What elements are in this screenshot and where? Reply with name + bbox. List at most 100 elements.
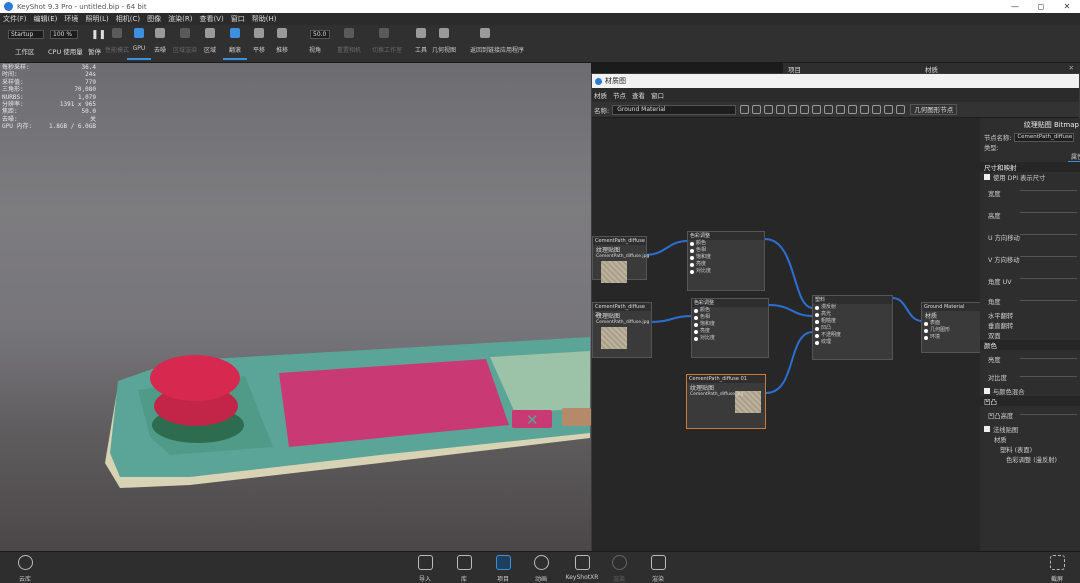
material-name-field[interactable]: Ground Material bbox=[612, 104, 737, 115]
angle-slider[interactable] bbox=[1020, 300, 1077, 301]
frame-icon[interactable] bbox=[872, 105, 882, 114]
flip-horizontal-row[interactable]: 水平翻转 bbox=[980, 310, 1080, 320]
render-button-disabled[interactable]: 渲染 bbox=[604, 555, 634, 583]
tree-item-plastic[interactable]: 塑料 (表面) bbox=[980, 444, 1080, 454]
u-shift-row[interactable]: U 方向移动 bbox=[980, 226, 1080, 248]
geometry-node-button[interactable]: 几何图形节点 bbox=[910, 104, 958, 115]
minimize-button[interactable]: — bbox=[1002, 0, 1028, 13]
two-sided-row[interactable]: 双面 bbox=[980, 330, 1080, 340]
section-color[interactable]: 颜色 bbox=[980, 340, 1080, 350]
return-to-linked-app-button[interactable]: 返回到链接应用程序 bbox=[470, 28, 524, 60]
normal-map-checkbox[interactable] bbox=[984, 426, 990, 432]
menu-window[interactable]: 窗口 bbox=[231, 14, 245, 24]
color-adjust-node-1[interactable]: 色彩调整 颜色 色相 饱和度 亮度 对比度 bbox=[687, 231, 765, 291]
mg-menu-window[interactable]: 窗口 bbox=[651, 90, 664, 100]
tree-item-material[interactable]: 材质 bbox=[980, 434, 1080, 444]
menu-help[interactable]: 帮助(H) bbox=[252, 14, 277, 24]
save-icon[interactable] bbox=[740, 105, 750, 114]
texture-node-1[interactable]: CementPath_diffuse 纹理贴图 CementPath_diffu… bbox=[592, 236, 649, 283]
menu-file[interactable]: 文件(F) bbox=[3, 14, 27, 24]
tree-item-color-adjust[interactable]: 色彩调整 (漫反射) bbox=[980, 454, 1080, 464]
dpi-checkbox[interactable] bbox=[984, 174, 990, 180]
uv-angle-slider[interactable] bbox=[1020, 278, 1077, 279]
menu-environment[interactable]: 环境 bbox=[64, 14, 78, 24]
width-row[interactable]: 宽度 bbox=[980, 182, 1080, 204]
bump-height-slider[interactable] bbox=[1020, 414, 1077, 415]
menu-render[interactable]: 渲染(R) bbox=[168, 14, 192, 24]
height-row[interactable]: 高度 bbox=[980, 204, 1080, 226]
align-icon[interactable] bbox=[848, 105, 858, 114]
color-blend-row[interactable]: 与颜色混合 bbox=[980, 386, 1080, 396]
cpu-usage-field[interactable]: 100 % bbox=[50, 30, 78, 39]
geometry-view-button[interactable]: 几何视图 bbox=[432, 28, 456, 60]
layout-icon[interactable] bbox=[800, 105, 810, 114]
texture-icon[interactable] bbox=[788, 105, 798, 114]
keyshotxr-button[interactable]: KeyShotXR bbox=[565, 555, 599, 581]
brightness-slider[interactable] bbox=[1020, 358, 1077, 359]
import-button[interactable]: 导入 bbox=[410, 555, 440, 583]
texture-node-2[interactable]: CementPath_diffuse 2b 纹理贴图 CementPath_di… bbox=[592, 302, 652, 358]
dpi-checkbox-row[interactable]: 使用 DPI 表示尺寸 bbox=[980, 172, 1080, 182]
copy-icon[interactable] bbox=[824, 105, 834, 114]
tumble-button[interactable]: 翻滚 bbox=[223, 28, 247, 60]
panel-close-button[interactable]: ✕ bbox=[1069, 64, 1074, 72]
animation-button[interactable]: 动画 bbox=[526, 555, 556, 583]
close-button[interactable]: ✕ bbox=[1054, 0, 1080, 13]
menu-edit[interactable]: 编辑(E) bbox=[34, 14, 58, 24]
sphere-icon[interactable] bbox=[752, 105, 762, 114]
contrast-row[interactable]: 对比度 bbox=[980, 368, 1080, 386]
region-render-button[interactable]: 区域渲染 bbox=[173, 28, 197, 60]
material-output-node[interactable]: Ground Material 材质 表面 几何图形 环境 bbox=[921, 302, 980, 353]
node-name-field[interactable]: CementPath_diffuse bbox=[1014, 132, 1075, 142]
mg-menu-view[interactable]: 查看 bbox=[632, 90, 645, 100]
plastic-node[interactable]: 塑料 漫反射 高光 粗糙度 凹凸 不透明度 纹理 bbox=[812, 295, 893, 360]
arrange-icon[interactable] bbox=[860, 105, 870, 114]
color-picker-icon[interactable] bbox=[776, 105, 786, 114]
menu-view[interactable]: 查看(V) bbox=[199, 14, 223, 24]
pause-icon[interactable]: ❚❚ bbox=[91, 30, 106, 40]
library-button[interactable]: 库 bbox=[449, 555, 479, 583]
performance-mode-button[interactable]: 性能模式 bbox=[105, 28, 129, 60]
menu-lighting[interactable]: 照明(L) bbox=[85, 14, 108, 24]
menu-image[interactable]: 图像 bbox=[147, 14, 161, 24]
tab-properties[interactable]: 属性 bbox=[1068, 152, 1080, 162]
v-shift-row[interactable]: V 方向移动 bbox=[980, 248, 1080, 270]
contrast-slider[interactable] bbox=[1020, 376, 1077, 377]
paste-icon[interactable] bbox=[836, 105, 846, 114]
reset-camera-button[interactable]: 重置相机 bbox=[337, 28, 361, 60]
texture-node-3-selected[interactable]: CementPath_diffuse 01 纹理贴图 CementPath_di… bbox=[686, 374, 766, 429]
grid-icon[interactable] bbox=[812, 105, 822, 114]
node-graph-canvas[interactable]: CementPath_diffuse 纹理贴图 CementPath_diffu… bbox=[592, 118, 980, 552]
normal-map-row[interactable]: 法线贴图 bbox=[980, 424, 1080, 434]
color-adjust-node-2[interactable]: 色彩调整 颜色 色相 饱和度 亮度 对比度 bbox=[691, 298, 769, 358]
workspace-select[interactable]: Startup bbox=[8, 30, 44, 39]
zoom-fit-icon[interactable] bbox=[884, 105, 894, 114]
u-shift-slider[interactable] bbox=[1020, 234, 1077, 235]
height-slider[interactable] bbox=[1020, 212, 1077, 213]
perspective-button[interactable]: 视角 bbox=[303, 28, 327, 60]
region-button[interactable]: 区域 bbox=[198, 28, 222, 60]
flip-vertical-row[interactable]: 垂直翻转 bbox=[980, 320, 1080, 330]
screenshot-button[interactable]: 截屏 bbox=[1042, 555, 1072, 583]
pan-button[interactable]: 平移 bbox=[247, 28, 271, 60]
section-size-mapping[interactable]: 尺寸和映射 bbox=[980, 162, 1080, 172]
dolly-button[interactable]: 推移 bbox=[270, 28, 294, 60]
v-shift-slider[interactable] bbox=[1020, 256, 1077, 257]
menu-camera[interactable]: 相机(C) bbox=[116, 14, 140, 24]
denoise-button[interactable]: 去噪 bbox=[148, 28, 172, 60]
node-icon[interactable] bbox=[764, 105, 774, 114]
uv-angle-row[interactable]: 角度 UV bbox=[980, 270, 1080, 292]
tools-button[interactable]: 工具 bbox=[409, 28, 433, 60]
angle-row[interactable]: 角度 bbox=[980, 292, 1080, 310]
width-slider[interactable] bbox=[1020, 190, 1077, 191]
mg-menu-node[interactable]: 节点 bbox=[613, 90, 626, 100]
mg-menu-material[interactable]: 材质 bbox=[594, 90, 607, 100]
color-blend-checkbox[interactable] bbox=[984, 388, 990, 394]
move-icon[interactable] bbox=[896, 105, 906, 114]
brightness-row[interactable]: 亮度 bbox=[980, 350, 1080, 368]
maximize-button[interactable]: ◻ bbox=[1028, 0, 1054, 13]
switch-studio-button[interactable]: 切换工作室 bbox=[372, 28, 402, 60]
section-bump[interactable]: 凹凸 bbox=[980, 396, 1080, 406]
bump-height-row[interactable]: 凹凸高度 bbox=[980, 406, 1080, 424]
render-button[interactable]: 渲染 bbox=[643, 555, 673, 583]
